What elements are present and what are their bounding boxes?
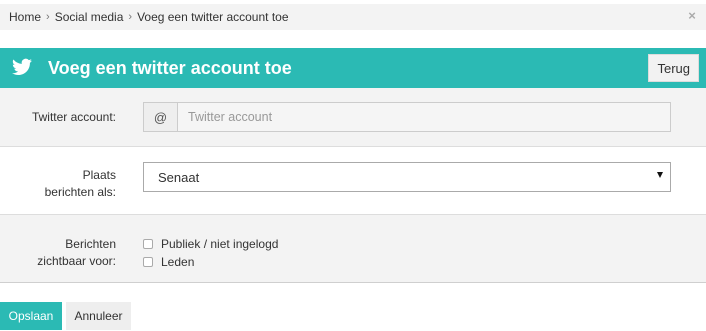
breadcrumb-current: Voeg een twitter account toe xyxy=(137,10,289,24)
twitter-account-input[interactable] xyxy=(178,103,670,131)
twitter-account-label: Twitter account: xyxy=(31,110,116,124)
back-button[interactable]: Terug xyxy=(648,54,699,82)
twitter-account-input-group: @ xyxy=(143,102,671,132)
twitter-account-row: Twitter account: @ xyxy=(0,88,706,147)
visibility-option-members[interactable]: Leden xyxy=(143,255,194,269)
members-checkbox[interactable] xyxy=(143,257,153,267)
chevron-down-icon xyxy=(657,172,663,178)
post-as-row: Plaats berichten als: Senaat xyxy=(0,147,706,215)
post-as-label-line2: berichten als: xyxy=(44,185,116,199)
post-as-select[interactable]: Senaat xyxy=(143,162,671,192)
visibility-row: Berichten zichtbaar voor: Publiek / niet… xyxy=(0,215,706,283)
twitter-icon xyxy=(12,58,32,75)
visibility-label-line2: zichtbaar voor: xyxy=(37,254,116,268)
breadcrumb: Home › Social media › Voeg een twitter a… xyxy=(0,4,706,30)
page-title: Voeg een twitter account toe xyxy=(48,58,292,78)
save-button[interactable]: Opslaan xyxy=(0,302,62,330)
breadcrumb-social-media[interactable]: Social media xyxy=(55,10,124,24)
close-icon[interactable]: × xyxy=(686,9,698,22)
visibility-label-line1: Berichten xyxy=(65,237,116,251)
visibility-option-public[interactable]: Publiek / niet ingelogd xyxy=(143,237,278,251)
public-checkbox[interactable] xyxy=(143,239,153,249)
breadcrumb-separator: › xyxy=(46,11,50,23)
members-checkbox-label: Leden xyxy=(161,255,195,269)
breadcrumb-home[interactable]: Home xyxy=(9,10,41,24)
public-checkbox-label: Publiek / niet ingelogd xyxy=(161,237,279,251)
at-sign-addon: @ xyxy=(144,103,178,131)
breadcrumb-separator: › xyxy=(128,11,133,23)
post-as-selected-value: Senaat xyxy=(158,169,200,185)
panel-header: Voeg een twitter account toe Terug xyxy=(0,48,706,88)
post-as-label-line1: Plaats xyxy=(82,168,116,182)
visibility-label: Berichten zichtbaar voor: xyxy=(16,236,116,270)
post-as-label: Plaats berichten als: xyxy=(16,167,116,201)
cancel-button[interactable]: Annuleer xyxy=(66,302,131,330)
